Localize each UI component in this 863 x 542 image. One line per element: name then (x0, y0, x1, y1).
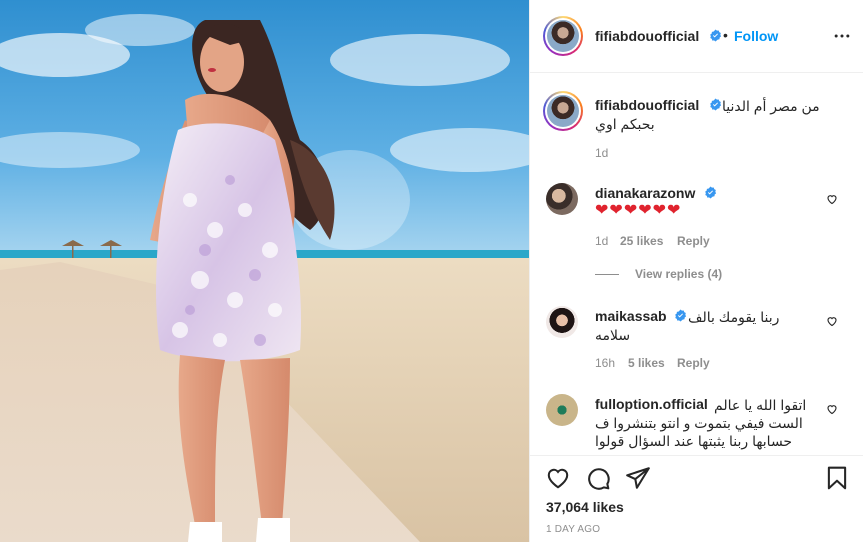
comment-line-2: سلامه (595, 327, 631, 343)
comment-line-1: اتقوا الله يا عالم (714, 397, 807, 413)
comment-username[interactable]: fulloption.official (595, 396, 708, 412)
post-date[interactable]: 1 DAY AGO (546, 524, 600, 535)
like-comment-heart-icon[interactable] (826, 403, 838, 415)
comment-text: ❤❤❤❤❤❤ (595, 202, 682, 219)
comment-username[interactable]: maikassab (595, 308, 667, 324)
instagram-post: fifiabdouofficial • Follow fifiabdouoffi… (0, 0, 863, 542)
comment-line-2: الست فيفي بتموت و انتو بتنشروا ف (595, 415, 803, 431)
post-actions: 37,064 likes 1 DAY AGO (530, 455, 863, 542)
author-avatar[interactable] (543, 16, 583, 56)
verified-badge-icon (675, 309, 687, 322)
post-photo[interactable] (0, 0, 529, 542)
like-count[interactable]: 37,064 likes (546, 499, 624, 515)
reply-button[interactable]: Reply (677, 234, 710, 248)
reply-button[interactable]: Reply (677, 356, 710, 370)
caption-username[interactable]: fifiabdouofficial (595, 97, 699, 113)
commenter-avatar[interactable] (546, 306, 578, 338)
comment-likes[interactable]: 5 likes (628, 356, 665, 370)
caption-line-1: من مصر أم الدنيا (722, 98, 820, 114)
verified-badge-icon (710, 29, 722, 42)
paper-plane-icon[interactable] (625, 465, 651, 491)
bookmark-icon[interactable] (824, 465, 850, 491)
view-replies-button[interactable]: View replies (4) (635, 267, 722, 281)
comment-line-1: ربنا يقومك بالف (688, 309, 780, 325)
comment-time[interactable]: 16h (595, 356, 615, 370)
follow-button[interactable]: Follow (734, 28, 778, 44)
caption-time[interactable]: 1d (595, 146, 608, 160)
comment-bubble-icon[interactable] (585, 465, 611, 491)
verified-badge-icon (705, 186, 717, 199)
verified-badge-icon (710, 98, 722, 111)
author-username[interactable]: fifiabdouofficial (595, 28, 699, 44)
beach-photo-image (0, 0, 529, 542)
view-replies-line (595, 274, 619, 275)
comment-username[interactable]: dianakarazonw (595, 185, 695, 201)
separator-dot: • (723, 27, 728, 43)
caption-author-avatar[interactable] (543, 91, 583, 131)
comment-time[interactable]: 1d (595, 234, 608, 248)
like-comment-heart-icon[interactable] (826, 315, 838, 327)
post-sidebar: fifiabdouofficial • Follow fifiabdouoffi… (529, 0, 863, 542)
heart-icon[interactable] (545, 465, 571, 491)
commenter-avatar[interactable] (546, 394, 578, 426)
comment-likes[interactable]: 25 likes (620, 234, 663, 248)
comment-line-3: حسابها ربنا يثبتها عند السؤال قولوا (595, 433, 793, 449)
caption-line-2: بحبكم اوي (595, 116, 655, 132)
like-comment-heart-icon[interactable] (826, 193, 838, 205)
post-header: fifiabdouofficial • Follow (530, 0, 863, 73)
commenter-avatar[interactable] (546, 183, 578, 215)
more-options-icon[interactable] (832, 26, 852, 46)
